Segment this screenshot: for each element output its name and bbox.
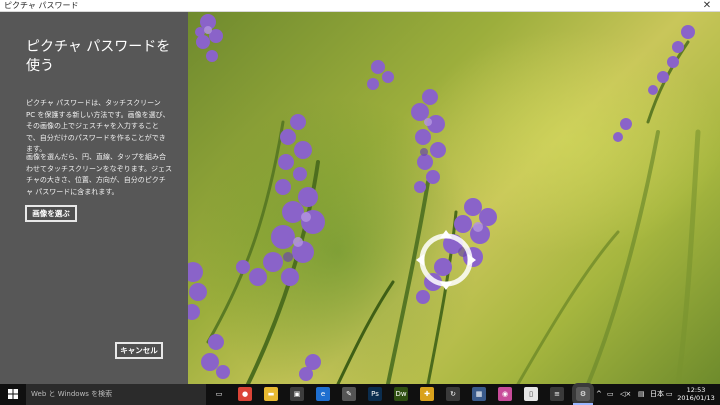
task-view-icon[interactable]: ▭ <box>212 387 226 401</box>
description-paragraph-1: ピクチャ パスワードは、タッチスクリーン PC を保護する新しい方法です。画像を… <box>26 99 170 153</box>
media-app-icon[interactable]: ◉ <box>498 387 512 401</box>
clock-date: 2016/01/13 <box>677 394 715 402</box>
picture-area[interactable] <box>188 12 720 384</box>
document-app-icon[interactable]: ▯ <box>524 387 538 401</box>
file-explorer-icon[interactable]: ▬ <box>264 387 278 401</box>
network-icon[interactable]: ▭ <box>607 384 614 405</box>
settings-icon[interactable]: ⚙ <box>572 383 594 405</box>
window-title: ピクチャ パスワード <box>4 0 79 10</box>
keyboard-icon[interactable]: ▭ <box>666 384 673 405</box>
description-paragraph-2: 画像を選んだら、円、直線、タップを組み合わせてタッチスクリーンをなぞります。ジェ… <box>26 153 172 196</box>
panel-heading: ピクチャ パスワードを使う <box>26 39 171 74</box>
dreamweaver-icon[interactable]: Dw <box>394 387 408 401</box>
edge-icon[interactable]: e <box>316 387 330 401</box>
photos-app-icon[interactable]: ▦ <box>472 387 486 401</box>
store-icon[interactable]: ▣ <box>290 387 304 401</box>
puzzle-app-icon[interactable]: ✚ <box>420 387 434 401</box>
tray-chevron-icon[interactable]: ^ <box>596 384 602 405</box>
app-icon[interactable]: ✎ <box>342 387 356 401</box>
cancel-button[interactable]: キャンセル <box>115 342 163 359</box>
action-center-icon[interactable]: ▤ <box>638 384 645 405</box>
notes-app-icon[interactable]: ≡ <box>550 387 564 401</box>
taskbar: Web と Windows を検索 ▭ ● ▬ ▣ e ✎ Ps Dw ✚ ↻ ▦ ◉ ▯ ≡ ⚙ ^ ▭ … <box>0 383 720 405</box>
start-button[interactable] <box>0 384 26 405</box>
refresh-app-icon[interactable]: ↻ <box>446 387 460 401</box>
instruction-panel: ピクチャ パスワードを使う ピクチャ パスワードは、タッチスクリーン PC を保… <box>0 12 188 384</box>
search-box[interactable]: Web と Windows を検索 <box>26 384 206 405</box>
title-bar: ピクチャ パスワード ✕ <box>0 0 720 12</box>
photoshop-icon[interactable]: Ps <box>368 387 382 401</box>
search-placeholder: Web と Windows を検索 <box>31 390 113 398</box>
windows-logo-icon <box>8 389 18 399</box>
lavender-photo <box>188 14 701 384</box>
clock[interactable]: 12:53 2016/01/13 <box>676 386 716 402</box>
close-icon[interactable]: ✕ <box>700 0 714 12</box>
choose-picture-button[interactable]: 画像を選ぶ <box>25 205 77 222</box>
ime-indicator[interactable]: 日本 <box>650 384 664 405</box>
chrome-icon[interactable]: ● <box>238 387 252 401</box>
clock-time: 12:53 <box>686 386 706 394</box>
volume-muted-icon[interactable]: ◁× <box>620 384 631 405</box>
